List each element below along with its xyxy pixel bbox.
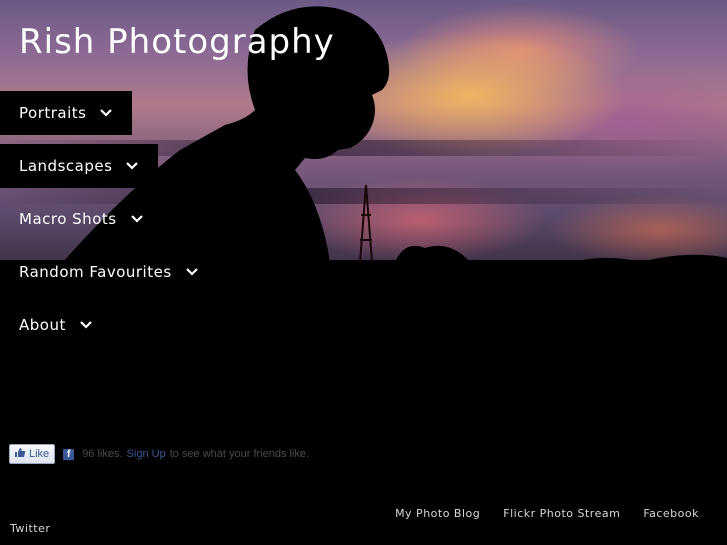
chevron-down-icon[interactable] — [130, 215, 143, 223]
site-title[interactable]: Rish Photography — [19, 22, 335, 62]
nav-item-landscapes[interactable]: Landscapes — [0, 144, 158, 188]
nav-item-about[interactable]: About — [0, 303, 92, 347]
like-button-label: Like — [29, 448, 50, 460]
footer-link-twitter[interactable]: Twitter — [10, 522, 50, 535]
chevron-down-icon[interactable] — [126, 162, 139, 170]
chevron-down-icon[interactable] — [185, 268, 198, 276]
thumbs-up-icon — [14, 447, 26, 461]
nav-item-label: Landscapes — [19, 157, 113, 175]
like-count: 96 likes. — [82, 448, 123, 460]
facebook-like-widget: Like f 96 likes. Sign Up to see what you… — [9, 444, 309, 464]
nav-item-random-favourites[interactable]: Random Favourites — [0, 250, 198, 294]
chevron-down-icon[interactable] — [80, 321, 92, 329]
chevron-down-icon[interactable] — [100, 109, 113, 117]
nav-item-label: Random Favourites — [19, 263, 172, 281]
nav-item-label: Portraits — [19, 104, 87, 122]
nav-item-portraits[interactable]: Portraits — [0, 91, 132, 135]
footer-link-facebook[interactable]: Facebook — [643, 507, 699, 520]
footer-link-photo-blog[interactable]: My Photo Blog — [395, 507, 480, 520]
signup-suffix: to see what your friends like. — [169, 448, 310, 460]
facebook-icon: f — [63, 448, 75, 460]
nav-item-label: Macro Shots — [19, 210, 117, 228]
treeline-silhouette — [320, 245, 727, 300]
nav-item-macro-shots[interactable]: Macro Shots — [0, 197, 143, 241]
radio-tower-silhouette — [359, 184, 373, 263]
footer-link-flickr[interactable]: Flickr Photo Stream — [503, 507, 620, 520]
signup-link[interactable]: Sign Up — [127, 448, 166, 460]
footer-links: My Photo Blog Flickr Photo Stream Facebo… — [395, 507, 699, 520]
nav-item-label: About — [19, 316, 66, 334]
like-button[interactable]: Like — [9, 444, 56, 464]
